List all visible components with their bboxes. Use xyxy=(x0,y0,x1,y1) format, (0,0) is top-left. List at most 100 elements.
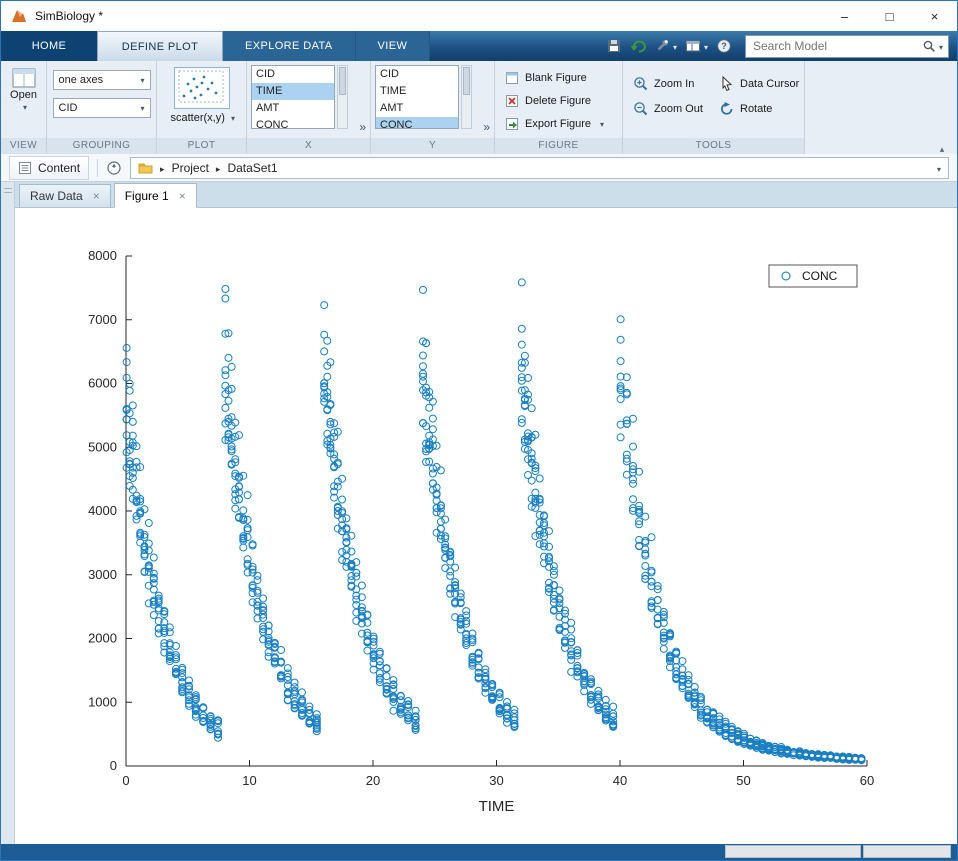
layout-button[interactable] xyxy=(682,34,711,58)
axes-mode-value: one axes xyxy=(58,74,104,86)
data-cursor-button[interactable]: Data Cursor xyxy=(713,71,801,96)
y-expand-button[interactable]: » xyxy=(483,120,490,134)
open-icon xyxy=(12,68,35,88)
tab-raw-data[interactable]: Raw Data xyxy=(19,184,111,207)
export-figure-button[interactable]: Export Figure xyxy=(499,113,618,134)
blank-figure-label: Blank Figure xyxy=(525,71,587,84)
breadcrumb[interactable]: Project DataSet1 xyxy=(130,156,949,179)
minimize-button[interactable]: – xyxy=(822,1,867,31)
help-button[interactable]: ? xyxy=(713,34,735,58)
help-icon: ? xyxy=(717,39,731,53)
collapse-ribbon-button[interactable] xyxy=(933,139,951,153)
tab-raw-data-label: Raw Data xyxy=(30,189,83,203)
search-model-box[interactable] xyxy=(745,34,949,58)
y-variable-list[interactable]: CID TIME AMT CONC xyxy=(375,65,459,129)
rotate-button[interactable]: Rotate xyxy=(713,96,801,121)
save-button[interactable] xyxy=(603,34,625,58)
list-item-time[interactable]: TIME xyxy=(376,83,458,100)
history-button[interactable] xyxy=(106,160,122,176)
status-cell xyxy=(863,845,951,858)
figure-plot-area[interactable]: 0 10 20 30 40 50 60 0 1000 2000 3000 4000 5000 6000 70… xyxy=(15,208,957,844)
list-item-conc[interactable]: CONC xyxy=(252,117,334,128)
ribbon-section-grouping: one axes CID GROUPING xyxy=(47,61,157,154)
open-button[interactable]: Open xyxy=(5,67,42,113)
ribbon-section-view: Open VIEW xyxy=(1,61,47,154)
search-dropdown-caret-icon[interactable] xyxy=(939,37,943,55)
list-item-cid[interactable]: CID xyxy=(252,66,334,83)
search-input[interactable] xyxy=(751,38,922,54)
titlebar: SimBiology * – □ × xyxy=(1,1,957,31)
svg-text:TIME: TIME xyxy=(479,798,515,815)
section-label-plot: PLOT xyxy=(157,138,246,154)
tab-explore-data[interactable]: EXPLORE DATA xyxy=(223,31,356,61)
svg-text:8000: 8000 xyxy=(88,248,117,263)
axes-mode-dropdown[interactable]: one axes xyxy=(52,70,151,90)
svg-text:5000: 5000 xyxy=(88,439,117,454)
group-by-dropdown[interactable]: CID xyxy=(52,98,151,118)
svg-text:?: ? xyxy=(721,41,727,51)
gallery-caret-icon[interactable] xyxy=(231,112,235,124)
zoom-in-button[interactable]: Zoom In xyxy=(627,71,713,96)
close-tab-icon[interactable] xyxy=(93,189,100,203)
save-icon xyxy=(607,40,620,52)
svg-text:10: 10 xyxy=(242,773,256,788)
scatter-plot: 0 10 20 30 40 50 60 0 1000 2000 3000 4000 5000 6000 70… xyxy=(88,248,874,815)
svg-text:7000: 7000 xyxy=(88,312,117,327)
tab-home[interactable]: HOME xyxy=(1,31,97,61)
preferences-button[interactable] xyxy=(651,34,680,58)
export-figure-icon xyxy=(506,117,518,130)
open-caret-icon xyxy=(23,101,27,113)
zoom-out-button[interactable]: Zoom Out xyxy=(627,96,713,121)
close-tab-icon[interactable] xyxy=(179,189,186,203)
tab-define-plot[interactable]: DEFINE PLOT xyxy=(97,31,223,61)
ribbon-section-tools: Zoom In Data Cursor Zoom Out Rotate TOOL… xyxy=(623,61,805,154)
breadcrumb-dataset[interactable]: DataSet1 xyxy=(227,161,277,175)
close-button[interactable]: × xyxy=(912,1,957,31)
list-item-amt[interactable]: AMT xyxy=(376,100,458,117)
list-item-cid[interactable]: CID xyxy=(376,66,458,83)
plot-type-gallery-item[interactable]: scatter(x,y) xyxy=(171,67,233,124)
undo-button[interactable] xyxy=(627,34,649,58)
scrollbar-thumb[interactable] xyxy=(339,67,346,95)
blank-figure-button[interactable]: Blank Figure xyxy=(499,67,618,88)
left-rail[interactable] xyxy=(1,182,15,844)
scrollbar-thumb[interactable] xyxy=(463,67,470,95)
export-figure-label: Export Figure xyxy=(525,117,592,130)
zoom-out-icon xyxy=(634,101,648,115)
x-expand-button[interactable]: » xyxy=(359,120,366,134)
delete-figure-button[interactable]: Delete Figure xyxy=(499,90,618,111)
rail-handle-icon xyxy=(3,188,12,193)
section-label-tools: TOOLS xyxy=(623,138,804,154)
content-button[interactable]: Content xyxy=(9,155,90,180)
zoom-in-label: Zoom In xyxy=(654,77,695,90)
ribbon-tab-bar: HOME DEFINE PLOT EXPLORE DATA VIEW ▾ ▾ ?… xyxy=(1,31,957,61)
delete-figure-icon xyxy=(506,94,518,107)
svg-text:20: 20 xyxy=(366,773,380,788)
y-list-scrollbar[interactable] xyxy=(461,65,472,129)
wrench-icon xyxy=(657,39,669,51)
list-item-conc[interactable]: CONC xyxy=(376,117,458,128)
list-item-amt[interactable]: AMT xyxy=(252,100,334,117)
ribbon: Open VIEW one axes CID GROUPING xyxy=(1,61,957,155)
blank-figure-icon xyxy=(506,71,518,84)
maximize-button[interactable]: □ xyxy=(867,1,912,31)
dropdown-caret-icon xyxy=(704,37,708,55)
content-list-icon xyxy=(19,161,31,174)
breadcrumb-separator-icon xyxy=(160,161,165,175)
status-bar xyxy=(1,844,957,860)
open-button-label: Open xyxy=(10,89,37,101)
zoom-out-label: Zoom Out xyxy=(654,102,703,115)
tab-figure-1[interactable]: Figure 1 xyxy=(113,183,197,208)
tab-view[interactable]: VIEW xyxy=(355,31,431,61)
dropdown-caret-icon xyxy=(140,74,144,86)
search-icon xyxy=(923,40,935,52)
svg-text:2000: 2000 xyxy=(88,631,117,646)
folder-icon xyxy=(138,163,153,174)
section-label-x: X xyxy=(247,138,370,154)
list-item-time[interactable]: TIME xyxy=(252,83,334,100)
x-list-scrollbar[interactable] xyxy=(337,65,348,129)
breadcrumb-project[interactable]: Project xyxy=(172,161,209,175)
x-variable-list[interactable]: CID TIME AMT CONC xyxy=(251,65,335,129)
breadcrumb-dropdown-icon[interactable] xyxy=(937,161,941,175)
section-label-view: VIEW xyxy=(1,138,46,154)
